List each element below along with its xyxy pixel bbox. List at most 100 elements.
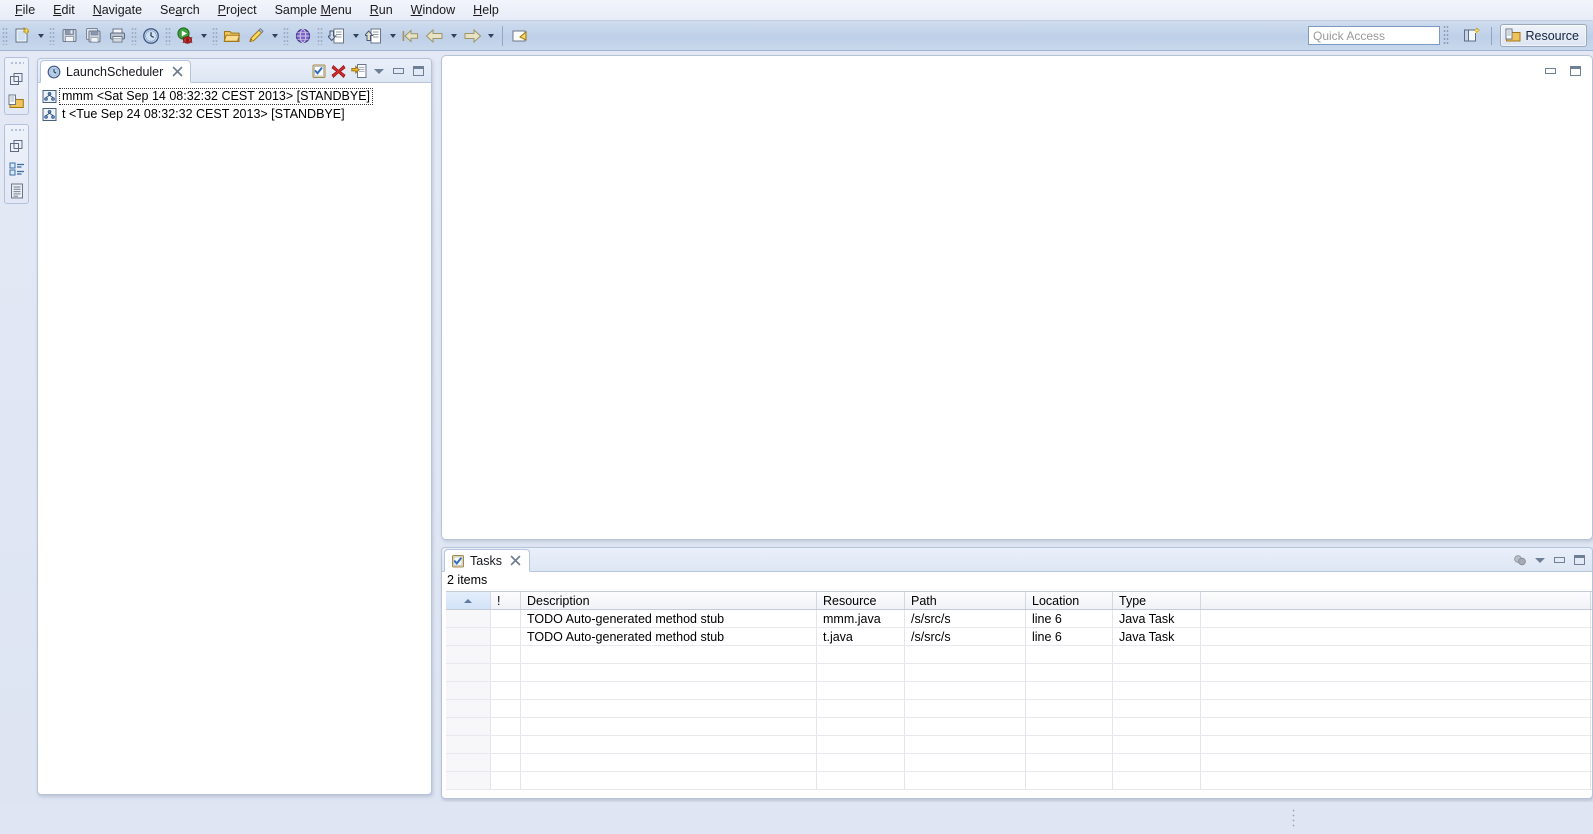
column-header-priority[interactable]: !: [491, 592, 521, 609]
toolbar-grip-2[interactable]: [49, 26, 55, 45]
open-perspective-icon[interactable]: [1460, 25, 1484, 47]
pencil-dropdown-arrow[interactable]: [269, 25, 280, 47]
run-dropdown-arrow[interactable]: [198, 25, 209, 47]
menu-file[interactable]: File: [6, 1, 44, 19]
properties-icon[interactable]: [8, 182, 25, 199]
menu-search[interactable]: Search: [151, 1, 209, 19]
toolbar-grip-5[interactable]: [212, 26, 218, 45]
table-row-empty[interactable]: [446, 700, 1592, 718]
table-row-empty[interactable]: [446, 646, 1592, 664]
toolbar-grip-4[interactable]: [165, 26, 171, 45]
maximize-icon[interactable]: [410, 63, 427, 80]
perspective-resource-button[interactable]: Resource: [1499, 24, 1587, 47]
minimize-icon[interactable]: [390, 63, 407, 80]
column-header-sort[interactable]: [446, 592, 491, 609]
globe-icon[interactable]: [292, 25, 314, 47]
column-header-location[interactable]: Location: [1026, 592, 1113, 609]
tab-tasks[interactable]: Tasks: [444, 549, 530, 572]
maximize-icon[interactable]: [1571, 552, 1588, 569]
list-item[interactable]: mmm <Sat Sep 14 08:32:32 CEST 2013> [STA…: [40, 87, 431, 105]
launch-scheduler-tree[interactable]: mmm <Sat Sep 14 08:32:32 CEST 2013> [STA…: [38, 83, 431, 123]
minimize-icon[interactable]: [1542, 62, 1559, 79]
outline-icon[interactable]: [8, 160, 25, 177]
toolbar-grip-7[interactable]: [317, 26, 323, 45]
table-row-empty[interactable]: [446, 664, 1592, 682]
restore-icon[interactable]: [8, 71, 25, 88]
cell-check[interactable]: [446, 628, 491, 645]
close-icon[interactable]: [510, 555, 522, 567]
back-dropdown-arrow[interactable]: [448, 25, 459, 47]
new-file-icon[interactable]: [11, 25, 33, 47]
table-row[interactable]: TODO Auto-generated method stub mmm.java…: [446, 610, 1592, 628]
column-header-resource[interactable]: Resource: [817, 592, 905, 609]
table-row-empty[interactable]: [446, 718, 1592, 736]
menu-window[interactable]: Window: [402, 1, 464, 19]
table-row-empty[interactable]: [446, 736, 1592, 754]
export-icon[interactable]: [363, 25, 385, 47]
cell-empty: [491, 718, 521, 735]
menu-project[interactable]: Project: [209, 1, 266, 19]
forward-dropdown-arrow[interactable]: [485, 25, 496, 47]
cell-empty: [1201, 718, 1591, 735]
project-explorer-icon[interactable]: [8, 93, 25, 110]
save-icon[interactable]: [58, 25, 80, 47]
back-icon[interactable]: [424, 25, 446, 47]
menu-navigate[interactable]: Navigate: [84, 1, 151, 19]
fastview-grip-top[interactable]: [9, 61, 24, 65]
list-item-label: mmm <Sat Sep 14 08:32:32 CEST 2013> [STA…: [58, 87, 374, 105]
filter-icon[interactable]: [1511, 552, 1528, 569]
menu-sample-menu[interactable]: Sample Menu: [266, 1, 361, 19]
new-file-dropdown-arrow[interactable]: [35, 25, 46, 47]
go-to-icon[interactable]: [350, 63, 367, 80]
status-bar-grip[interactable]: [1292, 808, 1295, 828]
cell-resource: t.java: [817, 628, 905, 645]
maximize-icon[interactable]: [1567, 62, 1584, 79]
back-all-icon[interactable]: [400, 25, 422, 47]
column-header-filler[interactable]: [1201, 592, 1591, 609]
quick-access-input[interactable]: Quick Access: [1308, 26, 1440, 45]
restore-icon[interactable]: [8, 138, 25, 155]
menu-help[interactable]: Help: [464, 1, 508, 19]
import-icon[interactable]: [326, 25, 348, 47]
tasks-clipboard-icon: [452, 554, 464, 567]
pencil-icon[interactable]: [245, 25, 267, 47]
checklist-icon[interactable]: [310, 63, 327, 80]
menu-edit[interactable]: Edit: [44, 1, 84, 19]
column-header-path[interactable]: Path: [905, 592, 1026, 609]
table-row-empty[interactable]: [446, 682, 1592, 700]
view-menu-icon[interactable]: [370, 63, 387, 80]
tasks-table[interactable]: ! Description Resource Path Location Typ…: [446, 591, 1592, 798]
list-item[interactable]: t <Tue Sep 24 08:32:32 CEST 2013> [STAND…: [40, 105, 431, 123]
view-menu-icon[interactable]: [1531, 552, 1548, 569]
toolbar-grip-6[interactable]: [283, 26, 289, 45]
history-clock-icon[interactable]: [140, 25, 162, 47]
close-icon[interactable]: [171, 66, 183, 78]
fastview-grip-bottom[interactable]: [9, 128, 24, 132]
editor-area[interactable]: [441, 55, 1593, 540]
table-row-empty[interactable]: [446, 772, 1592, 790]
cell-description: TODO Auto-generated method stub: [521, 610, 817, 627]
forward-icon[interactable]: [461, 25, 483, 47]
cell-empty: [491, 646, 521, 663]
save-all-icon[interactable]: [82, 25, 104, 47]
open-folder-icon[interactable]: [221, 25, 243, 47]
tab-launchscheduler[interactable]: LaunchScheduler: [40, 60, 192, 83]
minimize-icon[interactable]: [1551, 552, 1568, 569]
cell-check[interactable]: [446, 610, 491, 627]
import-dropdown-arrow[interactable]: [350, 25, 361, 47]
toolbar-grip-3[interactable]: [131, 26, 137, 45]
last-edit-icon[interactable]: [509, 25, 531, 47]
cell-type: Java Task: [1113, 610, 1201, 627]
table-row-empty[interactable]: [446, 754, 1592, 772]
column-header-description[interactable]: Description: [521, 592, 817, 609]
cell-empty: [521, 754, 817, 771]
toolbar-grip[interactable]: [2, 26, 8, 45]
run-debug-icon[interactable]: [174, 25, 196, 47]
perspective-grip[interactable]: [1443, 25, 1449, 46]
menu-run[interactable]: Run: [361, 1, 402, 19]
delete-icon[interactable]: [330, 63, 347, 80]
export-dropdown-arrow[interactable]: [387, 25, 398, 47]
column-header-type[interactable]: Type: [1113, 592, 1201, 609]
print-icon[interactable]: [106, 25, 128, 47]
table-row[interactable]: TODO Auto-generated method stub t.java /…: [446, 628, 1592, 646]
